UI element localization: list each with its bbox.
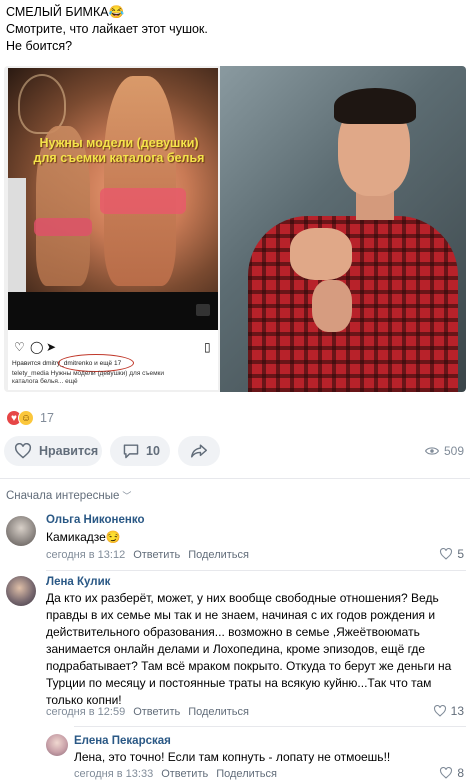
comment-button[interactable]: 10	[110, 436, 170, 466]
post-media[interactable]: Нужны модели (девушки) для съемки катало…	[4, 66, 466, 392]
reels-icon	[196, 304, 210, 316]
heart-icon	[433, 705, 446, 717]
divider	[0, 478, 470, 479]
comment-author[interactable]: Лена Кулик	[46, 576, 110, 588]
post-text: СМЕЛЫЙ БИМКА😂 Смотрите, что лайкает этот…	[6, 4, 208, 55]
heart-icon	[14, 443, 32, 459]
comment-time[interactable]: сегодня в 13:12	[46, 549, 125, 561]
post-text-line-2: Смотрите, что лайкает этот чушок.	[6, 22, 208, 36]
comment-author[interactable]: Ольга Никоненко	[46, 514, 144, 526]
laugh-reaction-icon: ☺	[18, 410, 34, 426]
comment-text: Да кто их разберёт, может, у них вообще …	[46, 591, 452, 707]
views-counter: 509	[424, 444, 464, 458]
comment-meta: сегодня в 12:59 Ответить Поделиться	[46, 706, 249, 718]
comments-sort-dropdown[interactable]: Сначала интересные ﹀	[6, 489, 131, 502]
chevron-down-icon: ﹀	[122, 491, 132, 501]
post-text-line-1: СМЕЛЫЙ БИМКА😂	[6, 5, 125, 19]
avatar[interactable]	[6, 576, 36, 606]
image-caption: Нужны модели (девушки) для съемки катало…	[33, 136, 205, 165]
heart-icon	[440, 548, 453, 560]
share-comment-button[interactable]: Поделиться	[216, 768, 277, 780]
comment-like-button[interactable]: 13	[433, 704, 464, 718]
heart-outline-icon: ♡	[14, 340, 25, 354]
post-text-line-3: Не боится?	[6, 39, 73, 53]
share-comment-button[interactable]: Поделиться	[188, 549, 249, 561]
instagram-screenshot-image[interactable]: Нужны модели (девушки) для съемки катало…	[8, 68, 218, 390]
share-comment-button[interactable]: Поделиться	[188, 706, 249, 718]
comment-like-button[interactable]: 5	[439, 547, 464, 561]
comment-divider	[74, 726, 466, 727]
send-icon: ➤	[46, 340, 57, 354]
comment-icon: ◯	[30, 340, 44, 354]
avatar[interactable]	[6, 516, 36, 546]
comment-text: Лена, это точно! Если там копнуть - лопа…	[74, 750, 391, 764]
share-icon	[191, 444, 207, 458]
comment-meta: сегодня в 13:12 Ответить Поделиться	[46, 549, 249, 561]
reply-button[interactable]: Ответить	[133, 549, 180, 561]
share-button[interactable]	[178, 436, 220, 466]
comment-time[interactable]: сегодня в 12:59	[46, 706, 125, 718]
comment-text: Камикадзе😏	[46, 530, 121, 544]
reply-button[interactable]: Ответить	[161, 768, 208, 780]
instagram-description: telety_media Нужны модели (девушки) для …	[12, 370, 165, 385]
lingerie-photo: Нужны модели (девушки) для съемки катало…	[8, 68, 218, 292]
comment-icon	[123, 444, 139, 459]
comment-divider	[46, 570, 466, 571]
bookmark-icon: ▯	[204, 340, 211, 354]
comment-author[interactable]: Елена Пекарская	[74, 735, 171, 747]
instagram-likes-line: Нравится dmitry_dmitrenko и ещё 17	[12, 354, 134, 372]
heart-icon	[440, 767, 453, 779]
like-button[interactable]: Нравится	[4, 436, 102, 466]
reply-button[interactable]: Ответить	[133, 706, 180, 718]
instagram-action-bar: ♡ ◯ ➤ ▯	[14, 340, 214, 356]
man-photo[interactable]	[220, 66, 466, 392]
comment-meta: сегодня в 13:33 Ответить Поделиться	[74, 768, 277, 780]
comment-time[interactable]: сегодня в 13:33	[74, 768, 153, 780]
comment-like-button[interactable]: 8	[439, 766, 464, 780]
eye-icon	[424, 447, 439, 455]
reactions-count: 17	[40, 411, 54, 425]
avatar[interactable]	[46, 734, 68, 756]
comment-count: 10	[146, 444, 160, 458]
